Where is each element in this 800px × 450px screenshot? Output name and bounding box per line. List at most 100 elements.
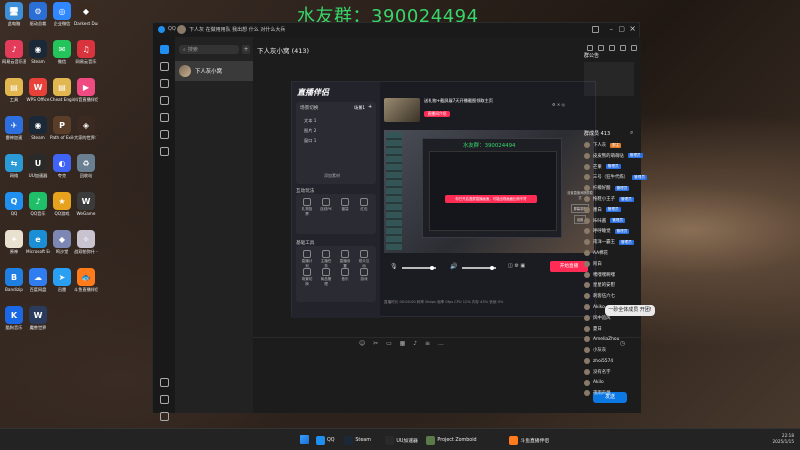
scene-tab[interactable]: 场景1 (354, 105, 365, 111)
more-apps-icon[interactable] (159, 147, 169, 156)
add-member-icon[interactable] (620, 45, 626, 51)
desktop-icon[interactable]: ✉ 微信 (50, 40, 74, 64)
live-tool[interactable]: 场景切换 (300, 268, 314, 287)
member-row[interactable]: 呼呼睡觉 管理员 (584, 228, 630, 235)
history-icon[interactable]: ◷ (620, 340, 625, 347)
mini-app-icon[interactable] (159, 130, 169, 139)
desktop-icon[interactable]: ⚙ 驱动总裁 (26, 2, 50, 26)
member-row[interactable]: Akiko (584, 304, 605, 310)
close-button[interactable]: × (629, 24, 636, 33)
start-icon[interactable] (300, 435, 309, 444)
desktop-icon[interactable]: ◎ 企业微信 (50, 2, 74, 26)
member-row[interactable]: 没有名字 (584, 368, 611, 375)
member-row[interactable]: 风中追风 (584, 314, 611, 321)
add-button[interactable]: + (242, 45, 250, 54)
phone-icon[interactable] (159, 378, 169, 387)
input-area[interactable]: ☺ ✂ ▭ ▦ ♪ ≡ … ◷ 发送 (253, 337, 641, 413)
desktop-icon[interactable]: ◆ 鸣沙堂 (50, 230, 74, 254)
member-row[interactable]: 嘿嘿嘿啊嘿 (584, 271, 615, 278)
member-row[interactable]: AA棉花 (584, 250, 608, 256)
taskbar-item[interactable]: Project Zomboid (426, 434, 477, 446)
add-source-button[interactable]: 添加素材 (324, 173, 340, 179)
scene-add[interactable]: + (368, 104, 372, 110)
member-row[interactable]: AmeliaZhou (584, 336, 619, 343)
start-live-button[interactable]: 开始直播 (550, 261, 588, 272)
preview-sub-badge[interactable]: 直播间介绍 (424, 111, 450, 117)
live-tool[interactable]: 福袋 (338, 198, 352, 212)
menu-icon[interactable] (159, 412, 169, 421)
member-row[interactable]: Akilo (584, 379, 604, 386)
member-row[interactable]: 南洋一霸王 管理员 (584, 239, 634, 246)
live-tool[interactable]: 连线PK (319, 198, 333, 212)
desktop-icon[interactable]: 🐟 斗鱼直播伴侣 (74, 268, 98, 292)
scene-item[interactable]: 文本 1 (304, 118, 316, 124)
chat-item[interactable]: 下人灰小窝 (175, 61, 253, 81)
member-row[interactable]: 拖鞋小王子 管理员 (584, 196, 634, 202)
minimize-button[interactable]: – (610, 25, 614, 33)
member-row[interactable]: 夏日 (584, 325, 602, 332)
desktop-icon[interactable]: W WeGame (74, 192, 98, 216)
pin-icon[interactable] (592, 26, 599, 33)
desktop-icon[interactable]: ▤ 工具 (2, 78, 26, 102)
live-tool[interactable]: 商品管理 (319, 268, 333, 287)
live-tool[interactable]: 直播计划 (300, 250, 314, 269)
folder-icon[interactable] (159, 395, 169, 404)
mic-icon[interactable]: 🎙 (390, 263, 398, 270)
desktop-icon[interactable]: ✈ 雷神加速 (2, 116, 26, 140)
taskbar-item[interactable]: Steam (344, 434, 371, 446)
member-row[interactable]: 阿白 (584, 260, 602, 267)
member-row[interactable]: 咔咔酱 管理员 (584, 217, 625, 224)
maximize-button[interactable]: ▢ (618, 25, 625, 33)
desktop-icon[interactable]: PPath of Exile 2 (50, 116, 74, 140)
member-search-icon[interactable]: ⌕ (630, 129, 633, 137)
scene-item[interactable]: 图片 2 (304, 128, 316, 134)
live-tool[interactable]: 礼物投票 (300, 198, 314, 217)
member-row[interactable]: 夜雨声烦 (584, 390, 611, 397)
message-icon[interactable] (159, 45, 169, 54)
desktop-icon[interactable]: ⇆ 网络 (2, 154, 26, 178)
taskbar-item[interactable]: UU加速器 (385, 434, 418, 446)
live-tool[interactable]: 观众互动 (357, 250, 371, 269)
desktop-icon[interactable]: B Bandizip (2, 268, 26, 292)
desktop-icon[interactable]: K 酷狗音乐 (2, 306, 26, 330)
speaker-icon[interactable]: 🔊 (450, 263, 457, 270)
live-tool[interactable]: 主播任务 (319, 250, 333, 269)
member-row[interactable]: 刺客伍六七 (584, 293, 615, 300)
desktop-icon[interactable]: ✦ 原神 (2, 230, 26, 254)
desktop-icon[interactable]: ♪网易云音乐直播 (2, 40, 26, 64)
live-tool[interactable]: 音乐 (338, 268, 352, 282)
desktop-icon[interactable]: W 魔兽世界 (26, 306, 50, 330)
desktop-icon[interactable]: U UU加速器 (26, 154, 50, 178)
game-icon[interactable] (159, 113, 169, 122)
desktop-icon[interactable]: ◉ Steam (26, 116, 50, 140)
desktop-icon[interactable]: 🖥 此电脑 (2, 2, 26, 26)
scene-item[interactable]: 窗口 1 (304, 138, 316, 144)
screen-share-icon[interactable] (609, 45, 615, 51)
desktop-icon[interactable]: ♻ 回收站 (74, 154, 98, 178)
space-icon[interactable] (159, 79, 169, 88)
member-row[interactable]: 星星的安慰 (584, 282, 615, 289)
live-tool[interactable]: 红包 (357, 198, 371, 212)
desktop-icon[interactable]: ◐ 夸克 (50, 154, 74, 178)
desktop-icon[interactable]: ♪ QQ音乐 (26, 192, 50, 216)
member-row[interactable]: 墨白 管理员 (584, 206, 621, 213)
desktop-icon[interactable]: ★ QQ游戏 (50, 192, 74, 216)
mic-volume-slider[interactable] (402, 266, 436, 270)
desktop-icon[interactable]: ☁ 百度网盘 (26, 268, 50, 292)
member-row[interactable]: 小灰灰 (584, 347, 606, 354)
speaker-volume-slider[interactable] (462, 266, 496, 270)
desktop-icon[interactable]: eMicrosoft Edge (26, 230, 50, 254)
desktop-icon[interactable]: ◈大家的世界: The Scr... (74, 116, 98, 140)
taskbar-item[interactable]: 斗鱼直播伴侣 (509, 434, 549, 446)
member-row[interactable]: 下人灰 群主 (584, 142, 622, 148)
member-row[interactable]: zhoi5574 (584, 358, 613, 364)
desktop-icon[interactable]: ➤ 迅雷 (50, 268, 74, 292)
desktop-icon[interactable]: ▶ 抖音直播伴侣 (74, 78, 98, 102)
member-row[interactable]: 芒果 管理员 (584, 163, 621, 170)
desktop-icon[interactable]: ♫ 网易云音乐 (74, 40, 98, 64)
live-tool[interactable]: 游戏 (357, 268, 371, 282)
video-call-icon[interactable] (598, 45, 604, 51)
desktop-icon[interactable]: ◆Darkest Dungeon... (74, 2, 98, 26)
channel-icon[interactable] (159, 96, 169, 105)
desktop-icon[interactable]: W WPS Office (26, 78, 50, 102)
